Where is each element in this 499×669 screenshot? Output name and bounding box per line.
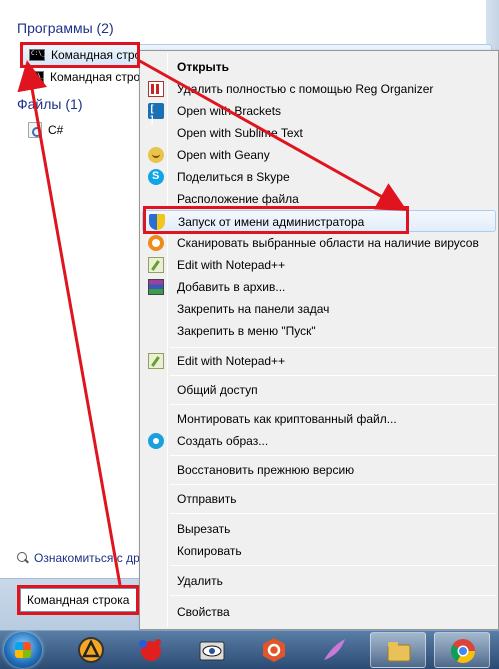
menu-item-reg-organizer[interactable]: Удалить полностью с помощью Reg Organize… xyxy=(142,78,496,100)
menu-item-label: Отправить xyxy=(177,492,237,506)
see-more-label: Ознакомиться с дру xyxy=(34,551,146,565)
menu-item-share-skype[interactable]: Поделиться в Skype xyxy=(142,166,496,188)
menu-item-label: Сканировать выбранные области на наличие… xyxy=(177,236,479,250)
menu-separator xyxy=(170,484,496,485)
notepad-plus-plus-icon xyxy=(148,353,164,369)
menu-item-label: Edit with Notepad++ xyxy=(177,258,286,272)
menu-item-edit-notepadpp-2[interactable]: Edit with Notepad++ xyxy=(142,350,496,372)
menu-item-sharing[interactable]: Общий доступ xyxy=(142,379,496,401)
start-orb-button[interactable] xyxy=(4,632,42,668)
menu-separator xyxy=(170,595,496,596)
sourcetree-icon xyxy=(263,638,285,662)
taskbar-button-feather[interactable] xyxy=(306,632,362,668)
program-item-label: Командная стро xyxy=(51,48,142,62)
menu-item-label: Open with Sublime Text xyxy=(177,126,303,140)
taskbar-button-chrome[interactable] xyxy=(434,632,490,668)
menu-item-label: Удалить xyxy=(177,574,223,588)
search-input-value: Командная строка xyxy=(27,593,130,607)
reg-organizer-icon xyxy=(148,81,164,97)
chrome-icon xyxy=(450,639,475,664)
menu-item-open-sublime[interactable]: Open with Sublime Text xyxy=(142,122,496,144)
menu-item-label: Расположение файла xyxy=(177,192,299,206)
menu-item-label: Удалить полностью с помощью Reg Organize… xyxy=(177,82,434,96)
search-input[interactable]: Командная строка xyxy=(20,588,150,612)
menu-separator xyxy=(170,513,496,514)
files-header-label: Файлы (1) xyxy=(17,96,83,112)
menu-item-label: Закрепить на панели задач xyxy=(177,302,330,316)
taskbar-button-sourcetree[interactable] xyxy=(246,632,302,668)
menu-separator xyxy=(170,404,496,405)
taskbar-button-eye-camera[interactable] xyxy=(184,632,240,668)
menu-item-label: Open with Geany xyxy=(177,148,270,162)
notepad-plus-plus-icon xyxy=(148,257,164,273)
menu-item-label: Открыть xyxy=(177,60,230,74)
menu-item-label: Копировать xyxy=(177,544,242,558)
menu-item-label: Запуск от имени администратора xyxy=(178,215,365,229)
menu-item-label: Общий доступ xyxy=(177,383,258,397)
context-menu: Открыть Удалить полностью с помощью Reg … xyxy=(139,50,499,630)
uac-shield-icon xyxy=(149,214,165,230)
taskbar-button-explorer[interactable] xyxy=(370,632,426,668)
burn-disc-icon xyxy=(148,433,164,449)
menu-item-label: Создать образ... xyxy=(177,434,269,448)
menu-item-create-image[interactable]: Создать образ... xyxy=(142,430,496,452)
menu-separator xyxy=(170,455,496,456)
menu-item-label: Монтировать как криптованный файл... xyxy=(177,412,397,426)
command-prompt-icon xyxy=(28,71,44,83)
menu-item-edit-notepadpp[interactable]: Edit with Notepad++ xyxy=(142,254,496,276)
menu-item-open-geany[interactable]: Open with Geany xyxy=(142,144,496,166)
menu-separator xyxy=(170,375,496,376)
menu-item-label: Добавить в архив... xyxy=(177,280,286,294)
skype-icon xyxy=(148,169,164,185)
geany-icon xyxy=(148,147,164,163)
programs-section-header: Программы (2) xyxy=(17,20,114,36)
menu-separator xyxy=(170,347,496,348)
menu-item-send-to[interactable]: Отправить xyxy=(142,488,496,510)
files-section-header: Файлы (1) xyxy=(17,96,82,112)
menu-item-label: Open with Brackets xyxy=(177,104,282,118)
eye-camera-icon xyxy=(199,641,225,661)
menu-separator xyxy=(170,565,496,566)
menu-item-label: Вырезать xyxy=(177,522,231,536)
taskbar-button-paint[interactable] xyxy=(122,632,178,668)
menu-item-file-location[interactable]: Расположение файла xyxy=(142,188,496,210)
menu-item-delete[interactable]: Удалить xyxy=(142,570,496,592)
brackets-icon xyxy=(148,103,164,126)
menu-item-properties[interactable]: Свойства xyxy=(142,601,496,623)
programs-header-label: Программы (2) xyxy=(17,20,114,36)
menu-item-pin-start[interactable]: Закрепить в меню "Пуск" xyxy=(142,320,496,342)
taskbar-button-archicad[interactable] xyxy=(63,632,119,668)
avast-icon xyxy=(148,235,164,251)
command-prompt-icon xyxy=(29,49,45,61)
menu-item-label: Поделиться в Skype xyxy=(177,170,290,184)
menu-item-copy[interactable]: Копировать xyxy=(142,540,496,562)
archicad-icon xyxy=(78,637,104,663)
menu-item-label: Восстановить прежнюю версию xyxy=(177,463,355,477)
file-item-label: C# xyxy=(48,123,64,137)
menu-item-open[interactable]: Открыть xyxy=(142,56,496,78)
menu-item-pin-taskbar[interactable]: Закрепить на панели задач xyxy=(142,298,496,320)
menu-item-label: Свойства xyxy=(177,605,230,619)
menu-item-label: Edit with Notepad++ xyxy=(177,354,286,368)
feather-icon xyxy=(324,639,345,660)
menu-item-add-to-archive[interactable]: Добавить в архив... xyxy=(142,276,496,298)
see-more-results-link[interactable]: Ознакомиться с дру xyxy=(17,551,146,565)
paint-splash-icon xyxy=(139,639,161,661)
menu-item-cut[interactable]: Вырезать xyxy=(142,518,496,540)
menu-item-run-as-admin[interactable]: Запуск от имени администратора xyxy=(142,210,496,232)
menu-item-virus-scan[interactable]: Сканировать выбранные области на наличие… xyxy=(142,232,496,254)
search-icon xyxy=(17,552,29,564)
menu-item-mount-encrypted[interactable]: Монтировать как криптованный файл... xyxy=(142,408,496,430)
folder-icon xyxy=(387,642,411,662)
program-item-label: Командная стро xyxy=(50,70,141,84)
winrar-icon xyxy=(148,279,164,295)
csharp-file-icon xyxy=(28,122,42,138)
menu-item-restore-version[interactable]: Восстановить прежнюю версию xyxy=(142,459,496,481)
menu-item-label: Закрепить в меню "Пуск" xyxy=(177,324,316,338)
menu-item-open-brackets[interactable]: Open with Brackets xyxy=(142,100,496,126)
